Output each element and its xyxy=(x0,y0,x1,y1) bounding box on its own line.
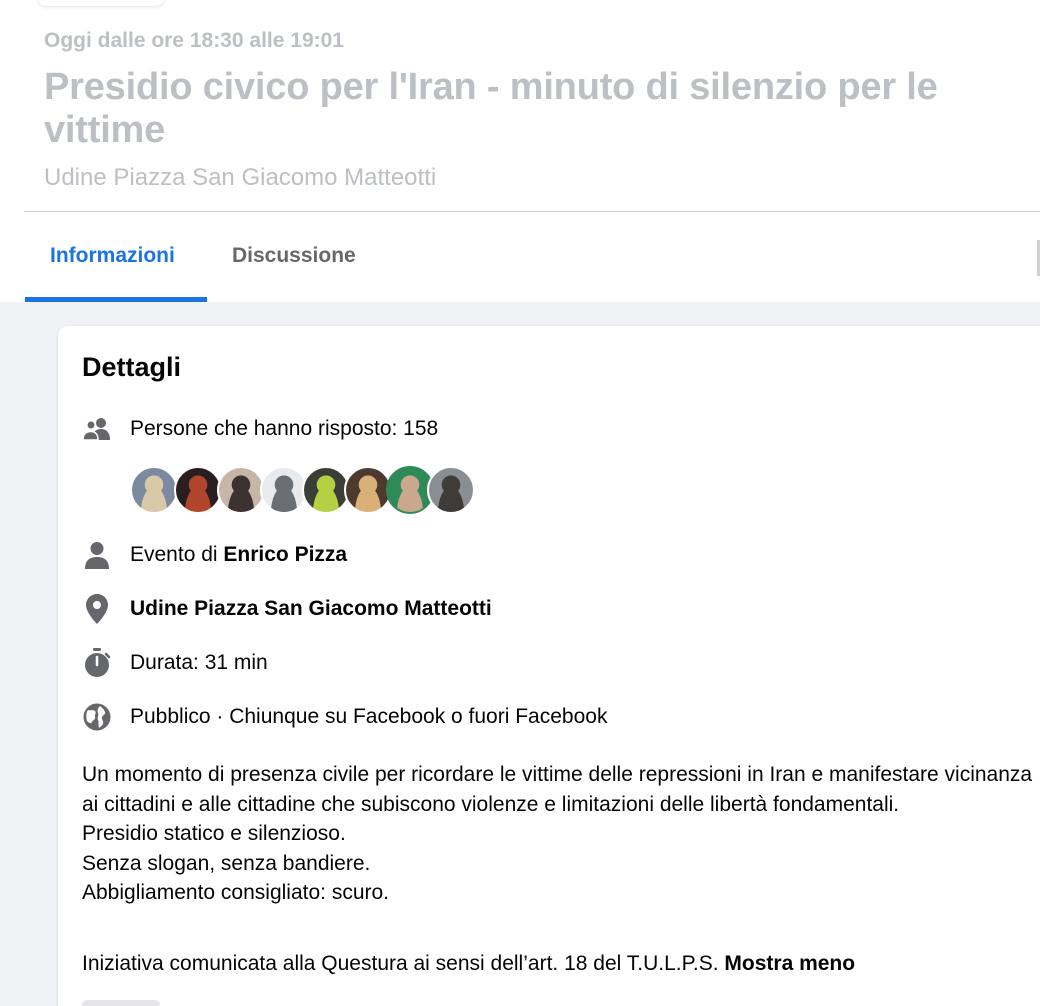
stopwatch-icon xyxy=(82,648,112,678)
globe-icon xyxy=(82,702,112,732)
responses-count[interactable]: Persone che hanno risposto: 158 xyxy=(130,417,438,441)
description-line: Senza slogan, senza bandiere. xyxy=(82,851,371,875)
tab-informazioni[interactable]: Informazioni xyxy=(50,244,175,268)
bottom-button-stub[interactable] xyxy=(82,1000,160,1006)
details-heading: Dettagli xyxy=(82,352,182,382)
people-icon xyxy=(82,414,112,444)
organizer-name[interactable]: Enrico Pizza xyxy=(223,543,347,566)
details-card: Dettagli Persone che hanno risposto: 158… xyxy=(58,326,1040,1006)
event-description: Un momento di presenza civile per ricord… xyxy=(82,760,1040,908)
event-privacy: Pubblico · Chiunque su Facebook o fuori … xyxy=(130,705,608,728)
description-line: Abbigliamento consigliato: scuro. xyxy=(82,881,390,904)
show-less-link[interactable]: Mostra meno xyxy=(724,952,855,975)
avatar[interactable] xyxy=(130,466,178,514)
avatar[interactable] xyxy=(427,466,475,514)
event-location[interactable]: Udine Piazza San Giacomo Matteotti xyxy=(44,164,436,192)
event-title: Presidio civico per l'Iran - minuto di s… xyxy=(44,66,938,151)
avatar[interactable] xyxy=(260,466,308,514)
avatar[interactable] xyxy=(344,466,392,514)
tab-discussione[interactable]: Discussione xyxy=(232,244,356,268)
event-header: Oggi dalle ore 18:30 alle 19:01 Presidio… xyxy=(0,0,1040,302)
description-line: Presidio statico e silenzioso. xyxy=(82,822,346,845)
avatar[interactable] xyxy=(302,466,350,514)
location-pin-icon xyxy=(82,594,112,624)
event-place[interactable]: Udine Piazza San Giacomo Matteotti xyxy=(130,597,492,621)
avatar[interactable] xyxy=(217,466,265,514)
organizer-line: Evento di Enrico Pizza xyxy=(130,543,347,567)
organizer-prefix: Evento di xyxy=(130,543,224,566)
description-line: Iniziativa comunicata alla Questura ai s… xyxy=(82,952,725,975)
description-last-line: Iniziativa comunicata alla Questura ai s… xyxy=(82,952,855,976)
event-duration: Durata: 31 min xyxy=(130,651,268,674)
description-paragraph: Un momento di presenza civile per ricord… xyxy=(82,763,1033,816)
avatar[interactable] xyxy=(174,466,222,514)
top-button-stub[interactable] xyxy=(38,0,164,6)
person-icon xyxy=(82,540,112,570)
header-divider xyxy=(24,211,1040,212)
event-date: Oggi dalle ore 18:30 alle 19:01 xyxy=(44,29,344,52)
active-tab-indicator xyxy=(25,297,207,302)
